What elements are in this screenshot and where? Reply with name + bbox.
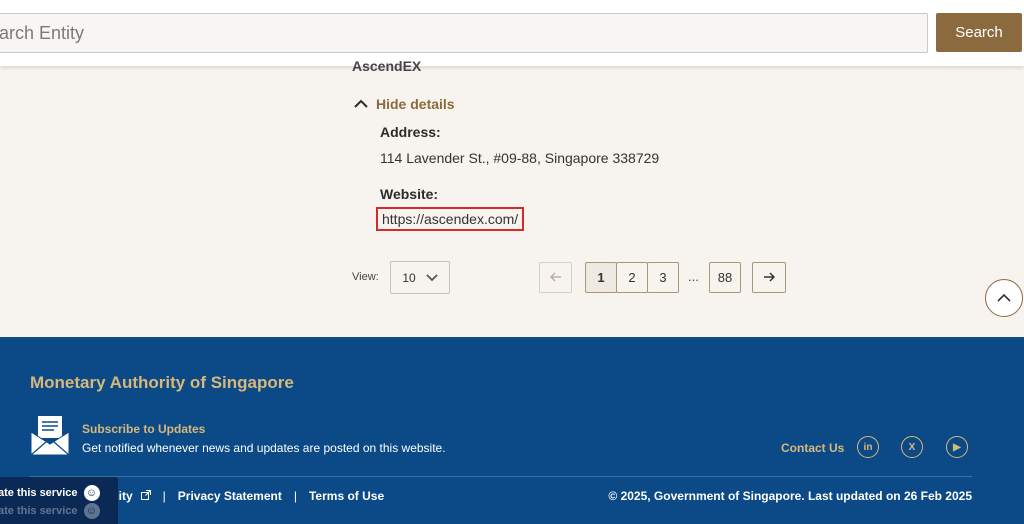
copyright-text: © 2025, Government of Singapore. Last up… [608, 489, 972, 503]
website-link[interactable]: https://ascendex.com/ [376, 207, 525, 231]
page-size-value: 10 [402, 270, 416, 285]
page-button-last[interactable]: 88 [709, 262, 741, 293]
contact-us-link[interactable]: Contact Us [781, 441, 844, 455]
privacy-statement-link[interactable]: Privacy Statement [178, 489, 282, 503]
arrow-right-icon [763, 270, 776, 285]
subscribe-link[interactable]: Subscribe to Updates [82, 422, 205, 436]
page-button-2[interactable]: 2 [616, 262, 648, 293]
subscribe-description: Get notified whenever news and updates a… [82, 441, 446, 455]
footer-divider [30, 476, 972, 477]
prev-page-button[interactable] [539, 262, 572, 293]
page-button-3[interactable]: 3 [647, 262, 679, 293]
external-link-icon [140, 489, 151, 503]
separator: | [293, 489, 297, 503]
search-input[interactable] [0, 13, 928, 53]
rate-service-label: ate this service [0, 487, 78, 499]
address-label: Address: [380, 124, 441, 140]
page-size-select[interactable]: 10 [390, 261, 450, 294]
rate-service-widget[interactable]: ate this service ☺ ate this service ☺ [0, 477, 118, 524]
linkedin-icon[interactable]: in [857, 436, 879, 458]
separator: | [162, 489, 166, 503]
search-button[interactable]: Search [936, 13, 1022, 52]
rate-service-button[interactable]: ate this service ☺ [0, 485, 100, 501]
footer-links: ility | Privacy Statement | Terms of Use [112, 489, 384, 503]
entity-name: AscendEX [352, 58, 422, 74]
address-value: 114 Lavender St., #09-88, Singapore 3387… [380, 150, 660, 166]
arrow-left-icon [549, 270, 562, 285]
chevron-down-icon [426, 271, 438, 285]
footer-title: Monetary Authority of Singapore [30, 373, 294, 392]
rate-service-ghost: ate this service ☺ [0, 503, 100, 519]
page-button-1[interactable]: 1 [585, 262, 617, 293]
view-label: View: [352, 271, 379, 283]
scroll-to-top-button[interactable] [985, 279, 1023, 317]
smiley-icon: ☺ [83, 485, 100, 501]
pagination-ellipsis: ... [688, 269, 699, 284]
youtube-icon[interactable]: ▶ [946, 436, 968, 458]
terms-of-use-link[interactable]: Terms of Use [309, 489, 384, 503]
hide-details-label: Hide details [376, 96, 455, 112]
x-twitter-icon[interactable]: X [901, 436, 923, 458]
chevron-up-icon [997, 289, 1011, 307]
newsletter-icon [30, 414, 70, 461]
search-bar: Search [0, 0, 1024, 66]
hide-details-toggle[interactable]: Hide details [354, 96, 455, 112]
website-label: Website: [380, 186, 439, 202]
chevron-up-icon [354, 99, 368, 109]
footer: Monetary Authority of Singapore Subscrib… [0, 337, 1024, 524]
rate-service-label-ghost: ate this service [0, 505, 78, 517]
next-page-button[interactable] [752, 262, 786, 293]
smiley-icon: ☺ [83, 503, 100, 519]
